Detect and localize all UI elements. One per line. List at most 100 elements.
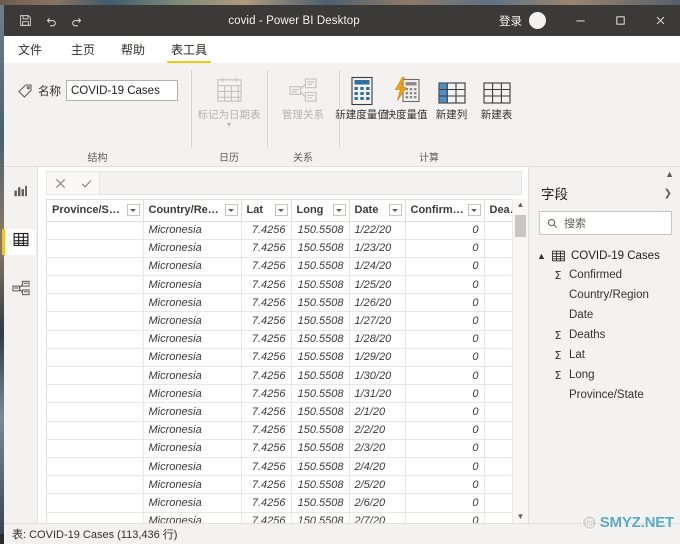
table-cell[interactable]: 7.4256	[241, 330, 292, 349]
formula-input[interactable]	[99, 171, 522, 195]
table-cell[interactable]: 0	[405, 475, 485, 495]
table-cell[interactable]	[47, 275, 144, 295]
table-cell[interactable]: 7.4256	[241, 348, 292, 368]
table-cell[interactable]: 2/5/20	[349, 475, 406, 495]
field-item[interactable]: Σ Long	[529, 365, 680, 385]
table-cell[interactable]: 1/26/20	[349, 293, 406, 313]
table-cell[interactable]: 1/29/20	[349, 348, 406, 368]
tab-file[interactable]: 文件	[4, 36, 58, 63]
table-cell[interactable]: Micronesia	[143, 311, 242, 331]
table-cell[interactable]: 0	[405, 366, 485, 386]
table-cell[interactable]: 0	[484, 402, 512, 422]
table-cell[interactable]	[47, 457, 144, 477]
table-cell[interactable]: 0	[405, 348, 485, 368]
vertical-scrollbar[interactable]: ▲ ▼	[512, 199, 528, 523]
table-cell[interactable]: 7.4256	[241, 402, 292, 422]
table-cell[interactable]: 7.4256	[241, 475, 292, 495]
table-cell[interactable]: 0	[405, 402, 485, 422]
table-cell[interactable]: 0	[484, 330, 512, 349]
tab-help[interactable]: 帮助	[108, 36, 158, 63]
table-cell[interactable]: Micronesia	[143, 475, 242, 495]
column-header-country-region[interactable]: Country/Region	[143, 200, 242, 222]
table-row[interactable]: Micronesia7.4256150.55082/1/2000	[47, 402, 512, 422]
table-cell[interactable]	[47, 311, 144, 331]
table-cell[interactable]: 0	[484, 275, 512, 295]
table-cell[interactable]: 150.5508	[291, 330, 350, 349]
table-cell[interactable]: 1/22/20	[349, 221, 406, 240]
collapse-ribbon-icon[interactable]: ▲	[665, 169, 674, 179]
tab-table-tools[interactable]: 表工具	[158, 36, 220, 63]
scroll-up-icon[interactable]: ▲	[517, 201, 525, 209]
table-cell[interactable]: 2/3/20	[349, 439, 406, 458]
table-cell[interactable]: 0	[405, 512, 485, 523]
table-cell[interactable]: 0	[484, 348, 512, 368]
table-cell[interactable]	[47, 512, 144, 523]
model-view-button[interactable]	[6, 277, 36, 303]
table-cell[interactable]	[47, 475, 144, 495]
quick-measure-button[interactable]: 快度量值	[384, 70, 429, 121]
table-cell[interactable]: 0	[405, 330, 485, 349]
new-column-button[interactable]: 新建列	[429, 70, 474, 121]
table-row[interactable]: Micronesia7.4256150.55082/7/2000	[47, 512, 512, 523]
table-cell[interactable]: 0	[405, 257, 485, 277]
mark-as-date-table-button[interactable]: 标记为日期表 ▾	[195, 70, 263, 129]
table-cell[interactable]: 7.4256	[241, 457, 292, 477]
table-cell[interactable]: 0	[405, 311, 485, 331]
data-view-button[interactable]	[1, 229, 36, 255]
table-cell[interactable]: 150.5508	[291, 275, 350, 295]
table-cell[interactable]	[47, 239, 144, 258]
undo-icon[interactable]	[39, 10, 63, 32]
table-cell[interactable]: 1/30/20	[349, 366, 406, 386]
sign-in-button[interactable]: 登录	[499, 13, 522, 29]
column-header-confirmed[interactable]: Confirmed	[405, 200, 485, 222]
table-cell[interactable]: 150.5508	[291, 421, 350, 440]
table-cell[interactable]: 0	[405, 493, 485, 513]
column-header-date[interactable]: Date	[349, 200, 406, 222]
table-row[interactable]: Micronesia7.4256150.55082/4/2000	[47, 457, 512, 477]
table-cell[interactable]: Micronesia	[143, 221, 242, 240]
table-cell[interactable]: Micronesia	[143, 512, 242, 523]
table-cell[interactable]	[47, 330, 144, 349]
table-cell[interactable]: 2/7/20	[349, 512, 406, 523]
table-cell[interactable]: Micronesia	[143, 366, 242, 386]
table-cell[interactable]: 150.5508	[291, 257, 350, 277]
table-cell[interactable]: 150.5508	[291, 402, 350, 422]
table-cell[interactable]: 0	[405, 275, 485, 295]
table-cell[interactable]	[47, 293, 144, 313]
table-cell[interactable]: 0	[484, 384, 512, 404]
table-cell[interactable]: 0	[405, 384, 485, 404]
chevron-up-icon[interactable]: ▲	[537, 251, 546, 261]
field-item[interactable]: ΣCountry/Region	[529, 285, 680, 305]
table-cell[interactable]	[47, 257, 144, 277]
table-cell[interactable]: 150.5508	[291, 439, 350, 458]
table-row[interactable]: Micronesia7.4256150.55081/24/2000	[47, 257, 512, 277]
table-cell[interactable]: 150.5508	[291, 293, 350, 313]
table-cell[interactable]: Micronesia	[143, 348, 242, 368]
save-icon[interactable]	[13, 10, 37, 32]
table-cell[interactable]: 150.5508	[291, 475, 350, 495]
close-button[interactable]	[640, 5, 680, 36]
table-cell[interactable]: 0	[484, 221, 512, 240]
table-cell[interactable]	[47, 221, 144, 240]
tab-home[interactable]: 主页	[58, 36, 108, 63]
table-cell[interactable]: 7.4256	[241, 311, 292, 331]
table-cell[interactable]: 7.4256	[241, 293, 292, 313]
table-cell[interactable]: 1/23/20	[349, 239, 406, 258]
table-cell[interactable]: 7.4256	[241, 421, 292, 440]
table-row[interactable]: Micronesia7.4256150.55081/23/2000	[47, 239, 512, 258]
table-cell[interactable]: 150.5508	[291, 348, 350, 368]
column-header-province-state[interactable]: Province/State	[47, 200, 144, 222]
maximize-button[interactable]	[600, 5, 640, 36]
table-cell[interactable]: Micronesia	[143, 439, 242, 458]
table-cell[interactable]: 0	[484, 457, 512, 477]
column-header-long[interactable]: Long	[291, 200, 350, 222]
table-cell[interactable]: 0	[405, 239, 485, 258]
table-cell[interactable]	[47, 493, 144, 513]
table-cell[interactable]: 7.4256	[241, 275, 292, 295]
table-cell[interactable]: Micronesia	[143, 384, 242, 404]
table-cell[interactable]: 150.5508	[291, 311, 350, 331]
table-cell[interactable]: 7.4256	[241, 384, 292, 404]
table-cell[interactable]: 0	[484, 257, 512, 277]
table-cell[interactable]: 2/6/20	[349, 493, 406, 513]
table-cell[interactable]: 7.4256	[241, 439, 292, 458]
